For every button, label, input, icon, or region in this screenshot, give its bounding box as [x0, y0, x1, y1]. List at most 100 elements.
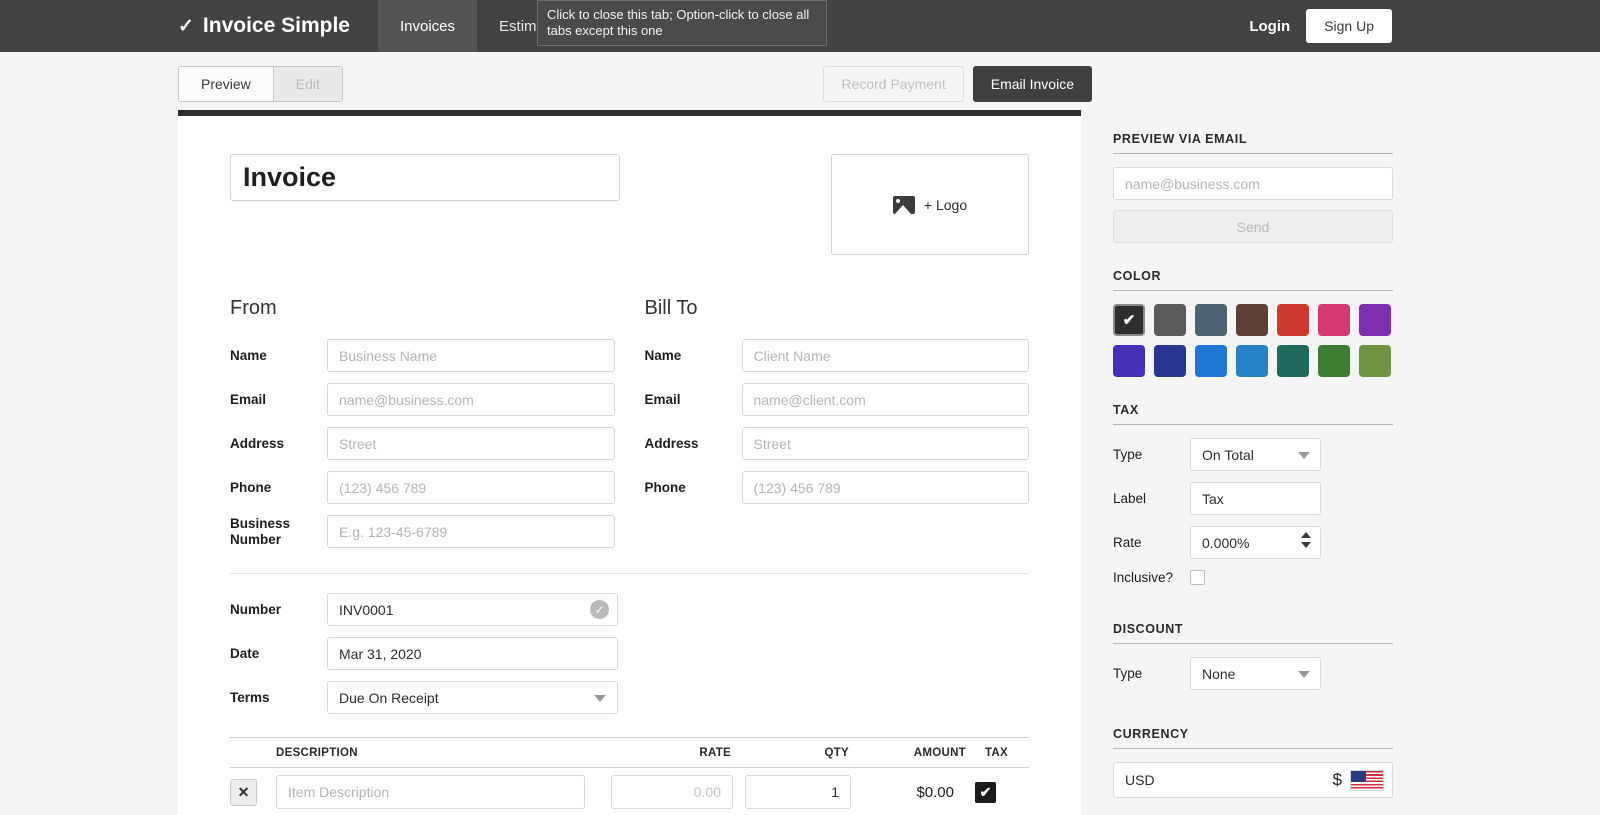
view-mode-segmented-control: Preview Edit	[178, 66, 343, 102]
toolbar-actions: Record Payment Email Invoice	[823, 66, 1092, 102]
nav-right-group: Login Sign Up	[1249, 0, 1600, 52]
logo-upload-box[interactable]: + Logo	[831, 154, 1029, 255]
color-swatch-6[interactable]	[1359, 304, 1391, 336]
color-swatch-grid: ✔	[1113, 304, 1393, 377]
color-swatch-5[interactable]	[1318, 304, 1350, 336]
currency-code-value: USD	[1125, 772, 1155, 788]
color-swatch-12[interactable]	[1318, 345, 1350, 377]
line-items-table: DESCRIPTION RATE QTY AMOUNT TAX ✕ $0.00 …	[230, 737, 1029, 815]
currency-select[interactable]: USD $	[1113, 762, 1393, 798]
tax-inclusive-row: Inclusive?	[1113, 570, 1393, 585]
from-name-input[interactable]	[327, 339, 615, 372]
billto-email-row: Email	[644, 383, 1029, 416]
header-amount: AMOUNT	[913, 746, 966, 759]
from-name-row: Name	[230, 339, 615, 372]
from-business-number-row: Business Number	[230, 515, 615, 548]
invoice-terms-select[interactable]	[327, 681, 618, 714]
from-address-label: Address	[230, 435, 285, 451]
chevron-down-icon	[1298, 671, 1310, 678]
billto-address-input[interactable]	[741, 427, 1029, 460]
invoice-title-input[interactable]	[230, 154, 620, 201]
stepper-down-icon[interactable]	[1301, 542, 1311, 548]
color-swatch-3[interactable]	[1236, 304, 1268, 336]
login-link[interactable]: Login	[1249, 18, 1290, 35]
remove-item-button[interactable]: ✕	[230, 778, 257, 806]
check-icon: ✓	[178, 15, 194, 37]
billto-name-input[interactable]	[741, 339, 1029, 372]
send-preview-button[interactable]: Send	[1113, 210, 1393, 243]
brand-logo[interactable]: ✓ Invoice Simple	[178, 0, 378, 52]
billto-name-row: Name	[644, 339, 1029, 372]
item-description-input[interactable]	[276, 775, 585, 809]
color-swatch-7[interactable]	[1113, 345, 1145, 377]
settings-sidebar: PREVIEW VIA EMAIL Send COLOR ✔ TAX Type …	[1105, 110, 1600, 815]
invoice-number-label: Number	[230, 601, 282, 617]
color-swatch-13[interactable]	[1359, 345, 1391, 377]
preview-via-email-section: PREVIEW VIA EMAIL Send	[1113, 132, 1393, 243]
color-swatch-10[interactable]	[1236, 345, 1268, 377]
invoice-date-row: Date	[230, 637, 618, 670]
discount-type-row: Type None	[1113, 657, 1393, 690]
nav-tab-invoices[interactable]: Invoices	[377, 0, 478, 52]
brand-name: Invoice Simple	[202, 14, 350, 37]
from-business-number-input[interactable]	[327, 515, 615, 548]
tax-label-input[interactable]	[1190, 482, 1321, 515]
header-rate: RATE	[699, 746, 731, 759]
header-tax: TAX	[984, 746, 1008, 759]
color-swatch-8[interactable]	[1154, 345, 1186, 377]
currency-symbol: $	[1332, 770, 1342, 789]
color-swatch-1[interactable]	[1154, 304, 1186, 336]
tax-title: TAX	[1113, 403, 1393, 425]
line-item-row: ✕ $0.00 ✔	[230, 768, 1029, 815]
from-phone-label: Phone	[230, 479, 272, 495]
invoice-number-input[interactable]	[327, 593, 618, 626]
record-payment-button[interactable]: Record Payment	[823, 66, 964, 102]
from-email-input[interactable]	[327, 383, 615, 416]
email-invoice-button[interactable]: Email Invoice	[972, 66, 1092, 102]
color-swatch-0[interactable]: ✔	[1113, 304, 1145, 336]
tax-inclusive-checkbox[interactable]	[1190, 570, 1205, 585]
color-swatch-4[interactable]	[1277, 304, 1309, 336]
header-description: DESCRIPTION	[276, 746, 358, 759]
discount-type-label: Type	[1113, 666, 1143, 681]
billto-phone-input[interactable]	[741, 471, 1029, 504]
billto-address-row: Address	[644, 427, 1029, 460]
from-phone-input[interactable]	[327, 471, 615, 504]
color-title: COLOR	[1113, 269, 1393, 291]
item-rate-input[interactable]	[611, 775, 733, 809]
preview-email-input[interactable]	[1113, 167, 1393, 200]
color-section: COLOR ✔	[1113, 269, 1393, 377]
signup-button[interactable]: Sign Up	[1306, 9, 1392, 43]
remove-item-cell: ✕	[230, 778, 276, 806]
invoice-document-card: + Logo From Name Email Address	[178, 110, 1081, 815]
item-tax-checkbox[interactable]: ✔	[975, 781, 996, 803]
line-items-header-row: DESCRIPTION RATE QTY AMOUNT TAX	[230, 737, 1029, 768]
billto-phone-label: Phone	[644, 479, 686, 495]
billto-name-label: Name	[644, 347, 682, 363]
color-swatch-11[interactable]	[1277, 345, 1309, 377]
discount-title: DISCOUNT	[1113, 622, 1393, 644]
stepper-up-icon[interactable]	[1301, 532, 1311, 538]
currency-title: CURRENCY	[1113, 727, 1393, 749]
color-swatch-2[interactable]	[1195, 304, 1227, 336]
billto-email-label: Email	[644, 391, 681, 407]
from-address-input[interactable]	[327, 427, 615, 460]
billto-phone-row: Phone	[644, 471, 1029, 504]
from-phone-row: Phone	[230, 471, 615, 504]
from-business-number-label: Business Number	[230, 515, 291, 547]
from-heading: From	[230, 297, 277, 319]
item-qty-input[interactable]	[745, 775, 851, 809]
invoice-toolbar: Preview Edit Record Payment Email Invoic…	[0, 52, 1600, 110]
item-amount-value: $0.00	[916, 783, 954, 801]
tax-label-row: Label	[1113, 482, 1393, 515]
from-name-label: Name	[230, 347, 267, 363]
from-email-row: Email	[230, 383, 615, 416]
invoice-date-input[interactable]	[327, 637, 618, 670]
billto-email-input[interactable]	[741, 383, 1029, 416]
preview-tab[interactable]: Preview	[179, 67, 274, 101]
billto-address-label: Address	[644, 435, 699, 451]
color-swatch-9[interactable]	[1195, 345, 1227, 377]
edit-tab[interactable]: Edit	[273, 67, 342, 101]
